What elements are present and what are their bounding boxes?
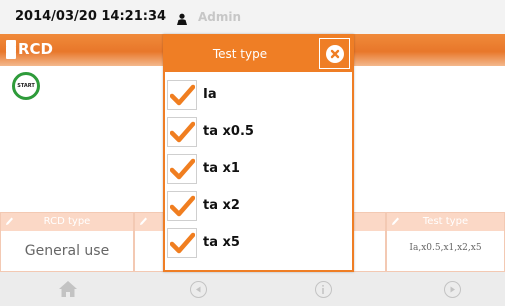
status-bar: 2014/03/20 14:21:34 Admin xyxy=(0,0,505,34)
left-arrow-icon xyxy=(189,280,207,298)
tile-label: RCD type xyxy=(43,216,91,227)
pencil-icon xyxy=(392,217,399,225)
option-ta-x0.5[interactable]: ta x0.5 xyxy=(167,117,349,147)
option-label: ta x5 xyxy=(203,235,240,250)
pencil-icon xyxy=(6,217,13,225)
checkmark-icon xyxy=(170,84,195,106)
info-button[interactable] xyxy=(311,277,335,301)
datetime: 2014/03/20 14:21:34 xyxy=(15,9,167,24)
test-type-tile[interactable]: Test type Ia,x0.5,x1,x2,x5 xyxy=(386,212,505,272)
home-button[interactable] xyxy=(56,277,80,301)
close-icon xyxy=(325,44,344,63)
option-label: ta x1 xyxy=(203,161,240,176)
rcd-type-tile[interactable]: RCD type General use xyxy=(0,212,134,272)
parameter-tile[interactable] xyxy=(353,212,386,272)
option-label: ta x2 xyxy=(203,198,240,213)
tile-header: RCD type xyxy=(1,213,133,231)
option-ta-x1[interactable]: ta x1 xyxy=(167,154,349,184)
next-button[interactable] xyxy=(440,277,464,301)
previous-button[interactable] xyxy=(186,277,210,301)
checkmark-icon xyxy=(170,195,195,217)
tile-header: Test type xyxy=(387,213,504,231)
checkbox[interactable] xyxy=(167,117,197,147)
rcd-type-value: General use xyxy=(24,243,110,259)
option-label: ta x0.5 xyxy=(203,124,254,139)
tile-header xyxy=(135,213,163,231)
bottom-nav xyxy=(0,272,505,306)
option-ta-x5[interactable]: ta x5 xyxy=(167,228,349,258)
checkbox[interactable] xyxy=(167,191,197,221)
option-ia[interactable]: Ia xyxy=(167,80,349,110)
checkbox[interactable] xyxy=(167,154,197,184)
rcd-icon xyxy=(6,40,16,59)
parameter-tile[interactable] xyxy=(134,212,164,272)
info-icon xyxy=(314,280,332,298)
checkbox[interactable] xyxy=(167,80,197,110)
checkmark-icon xyxy=(170,232,195,254)
dialog-title: Test type xyxy=(212,47,268,61)
checkmark-icon xyxy=(170,158,195,180)
close-button[interactable] xyxy=(319,38,350,69)
right-arrow-icon xyxy=(443,280,461,298)
checkmark-icon xyxy=(170,121,195,143)
checkbox[interactable] xyxy=(167,228,197,258)
tile-label: Test type xyxy=(422,216,469,227)
user-icon xyxy=(176,10,188,29)
tile-header xyxy=(354,213,385,231)
start-icon: START xyxy=(17,83,35,89)
test-type-value: Ia,x0.5,x1,x2,x5 xyxy=(409,243,482,253)
test-type-dialog: Test type Ia ta x0.5 ta x1 ta x2 ta x5 xyxy=(163,34,354,272)
option-ta-x2[interactable]: ta x2 xyxy=(167,191,349,221)
home-icon xyxy=(59,281,77,297)
username: Admin xyxy=(198,10,242,24)
option-label: Ia xyxy=(203,87,217,102)
dialog-header: Test type xyxy=(165,36,352,72)
pencil-icon xyxy=(140,217,147,225)
start-button[interactable]: START xyxy=(12,72,40,100)
page-title: RCD xyxy=(18,40,54,58)
